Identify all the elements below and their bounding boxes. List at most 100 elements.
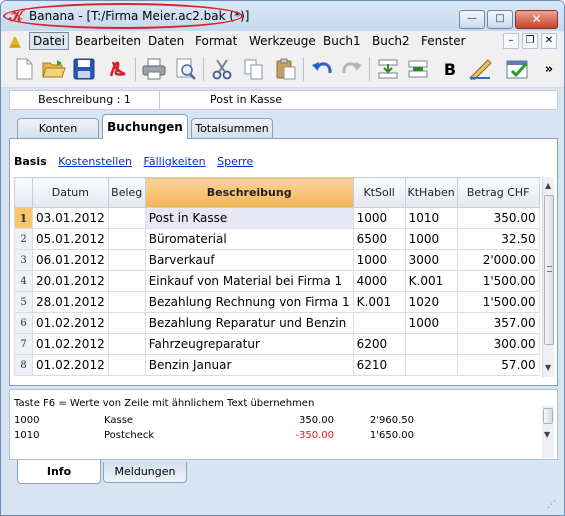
description-cell[interactable]: Barverkauf bbox=[144, 249, 354, 271]
menu-werkzeuge[interactable]: Werkzeuge bbox=[249, 34, 316, 48]
voucher-cell[interactable] bbox=[107, 207, 146, 229]
document-menu-icon[interactable] bbox=[7, 34, 23, 50]
new-file-icon[interactable] bbox=[11, 56, 37, 82]
bold-icon[interactable]: B bbox=[437, 56, 463, 82]
voucher-cell[interactable] bbox=[107, 291, 146, 313]
menu-format[interactable]: Format bbox=[195, 34, 237, 48]
tab-meldungen[interactable]: Meldungen bbox=[103, 462, 187, 483]
description-cell[interactable]: Büromaterial bbox=[144, 228, 354, 250]
debit-account-cell[interactable]: 6200 bbox=[352, 333, 406, 355]
save-icon[interactable] bbox=[71, 56, 97, 82]
insert-rows-icon[interactable] bbox=[375, 56, 401, 82]
credit-account-cell[interactable] bbox=[404, 333, 458, 355]
row-number[interactable]: 8 bbox=[14, 354, 33, 376]
check-icon[interactable] bbox=[505, 56, 531, 82]
copy-icon[interactable] bbox=[241, 56, 267, 82]
description-cell[interactable]: Bezahlung Rechnung von Firma 1 bbox=[144, 291, 354, 313]
date-cell[interactable]: 03.01.2012 bbox=[32, 207, 109, 229]
doc-close-icon[interactable]: ✕ bbox=[541, 33, 557, 49]
date-cell[interactable]: 20.01.2012 bbox=[32, 270, 109, 292]
debit-account-cell[interactable]: 1000 bbox=[352, 207, 406, 229]
print-preview-icon[interactable] bbox=[173, 56, 199, 82]
view-faelligkeiten[interactable]: Fälligkeiten bbox=[144, 155, 206, 168]
credit-account-cell[interactable]: 1020 bbox=[404, 291, 458, 313]
description-cell[interactable]: Post in Kasse bbox=[144, 207, 354, 229]
date-cell[interactable]: 01.02.2012 bbox=[32, 312, 109, 334]
description-cell[interactable]: Bezahlung Reparatur und Benzin bbox=[144, 312, 354, 334]
open-folder-icon[interactable] bbox=[41, 56, 67, 82]
tab-konten[interactable]: Konten bbox=[17, 118, 99, 138]
voucher-cell[interactable] bbox=[107, 270, 146, 292]
cut-icon[interactable] bbox=[209, 56, 235, 82]
row-number[interactable]: 7 bbox=[14, 333, 33, 355]
tab-buchungen[interactable]: Buchungen bbox=[102, 114, 188, 139]
debit-account-cell[interactable] bbox=[352, 312, 406, 334]
debit-account-cell[interactable]: 1000 bbox=[352, 249, 406, 271]
menu-buch1[interactable]: Buch1 bbox=[323, 34, 361, 48]
scroll-up-arrow-icon[interactable]: ▲ bbox=[545, 181, 551, 190]
view-sperre[interactable]: Sperre bbox=[217, 155, 253, 168]
credit-account-cell[interactable]: 1010 bbox=[404, 207, 458, 229]
amount-cell[interactable]: 300.00 bbox=[456, 333, 540, 355]
amount-cell[interactable]: 357.00 bbox=[456, 312, 540, 334]
info-scrollbar[interactable]: ▼ bbox=[542, 406, 554, 458]
column-header-beschreibung[interactable]: Beschreibung bbox=[144, 177, 354, 208]
title-bar[interactable]: 𝒦 Banana - [T:/Firma Meier.ac2.bak (*)] … bbox=[1, 1, 564, 31]
row-number[interactable]: 6 bbox=[14, 312, 33, 334]
row-number[interactable]: 1 bbox=[14, 207, 33, 229]
debit-account-cell[interactable]: 4000 bbox=[352, 270, 406, 292]
debit-account-cell[interactable]: 6210 bbox=[352, 354, 406, 376]
credit-account-cell[interactable]: 3000 bbox=[404, 249, 458, 271]
date-cell[interactable]: 01.02.2012 bbox=[32, 354, 109, 376]
doc-minimize-icon[interactable]: – bbox=[503, 33, 519, 49]
voucher-cell[interactable] bbox=[107, 312, 146, 334]
print-icon[interactable] bbox=[141, 56, 167, 82]
cell-value[interactable]: Post in Kasse bbox=[210, 91, 282, 109]
doc-restore-icon[interactable]: ❐ bbox=[522, 33, 538, 49]
debit-account-cell[interactable]: K.001 bbox=[352, 291, 406, 313]
scroll-down-arrow-icon[interactable]: ▼ bbox=[545, 363, 551, 372]
ruler-tool-icon[interactable] bbox=[467, 56, 493, 82]
row-number[interactable]: 4 bbox=[14, 270, 33, 292]
voucher-cell[interactable] bbox=[107, 333, 146, 355]
credit-account-cell[interactable] bbox=[404, 354, 458, 376]
toolbar-overflow-button[interactable]: » bbox=[539, 56, 559, 82]
scrollbar-thumb[interactable] bbox=[544, 195, 554, 345]
credit-account-cell[interactable]: 1000 bbox=[404, 228, 458, 250]
scroll-down-arrow-icon[interactable]: ▼ bbox=[544, 430, 550, 439]
info-scrollbar-thumb[interactable] bbox=[543, 408, 553, 424]
debit-account-cell[interactable]: 6500 bbox=[352, 228, 406, 250]
column-header-betrag[interactable]: Betrag CHF bbox=[456, 177, 540, 208]
date-cell[interactable]: 05.01.2012 bbox=[32, 228, 109, 250]
description-cell[interactable]: Einkauf von Material bei Firma 1 bbox=[144, 270, 354, 292]
column-header-datum[interactable]: Datum bbox=[32, 177, 109, 208]
row-number[interactable]: 5 bbox=[14, 291, 33, 313]
description-cell[interactable]: Fahrzeugreparatur bbox=[144, 333, 354, 355]
amount-cell[interactable]: 57.00 bbox=[456, 354, 540, 376]
minimize-button[interactable]: — bbox=[459, 10, 485, 29]
pdf-icon[interactable] bbox=[105, 56, 131, 82]
menu-buch2[interactable]: Buch2 bbox=[372, 34, 410, 48]
column-header-ktsoll[interactable]: KtSoll bbox=[352, 177, 406, 208]
paste-icon[interactable] bbox=[273, 56, 299, 82]
amount-cell[interactable]: 1'500.00 bbox=[456, 291, 540, 313]
description-cell[interactable]: Benzin Januar bbox=[144, 354, 354, 376]
row-number[interactable]: 2 bbox=[14, 228, 33, 250]
delete-rows-icon[interactable] bbox=[405, 56, 431, 82]
amount-cell[interactable]: 2'000.00 bbox=[456, 249, 540, 271]
menu-daten[interactable]: Daten bbox=[148, 34, 184, 48]
date-cell[interactable]: 06.01.2012 bbox=[32, 249, 109, 271]
view-basis[interactable]: Basis bbox=[14, 155, 47, 168]
undo-icon[interactable] bbox=[309, 56, 335, 82]
menu-fenster[interactable]: Fenster bbox=[421, 34, 466, 48]
amount-cell[interactable]: 32.50 bbox=[456, 228, 540, 250]
tab-totalsummen[interactable]: Totalsummen bbox=[191, 118, 273, 138]
column-header-beleg[interactable]: Beleg bbox=[107, 177, 146, 208]
voucher-cell[interactable] bbox=[107, 354, 146, 376]
row-number[interactable]: 3 bbox=[14, 249, 33, 271]
date-cell[interactable]: 28.01.2012 bbox=[32, 291, 109, 313]
table-scrollbar[interactable]: ▲ ▼ bbox=[542, 177, 554, 377]
resize-grip-icon[interactable]: ⋰ bbox=[547, 500, 556, 510]
amount-cell[interactable]: 350.00 bbox=[456, 207, 540, 229]
close-button[interactable]: ✕ bbox=[515, 10, 558, 29]
